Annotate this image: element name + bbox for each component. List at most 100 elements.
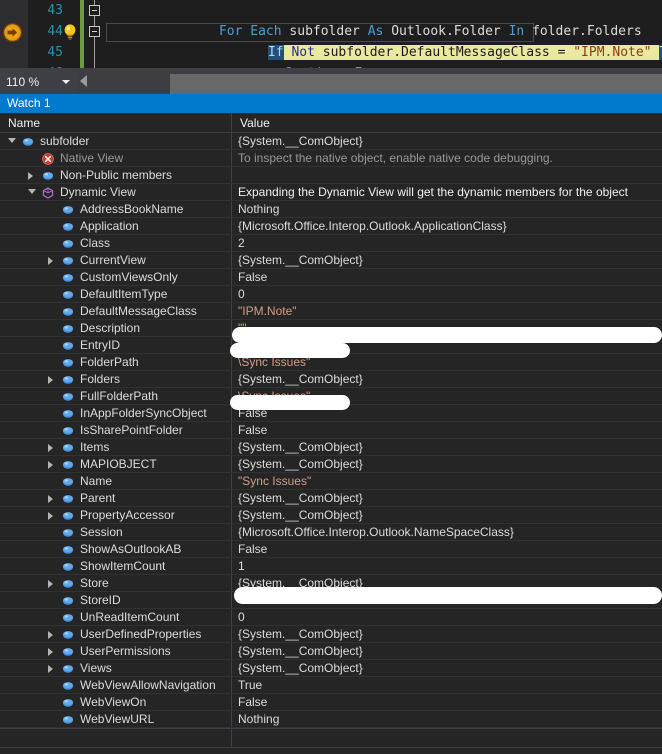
watch-row[interactable]: UserPermissions {System.__ComObject} <box>0 643 662 660</box>
watch-row-value-cell[interactable]: False <box>232 422 662 438</box>
watch-row[interactable]: Non-Public members <box>0 167 662 184</box>
watch-row-name-cell[interactable]: FullFolderPath <box>0 388 232 404</box>
column-header-name[interactable]: Name <box>0 113 232 132</box>
watch-row-name-cell[interactable]: Description <box>0 320 232 336</box>
watch-row-value-cell[interactable] <box>232 167 662 183</box>
expander-collapsed-icon[interactable] <box>48 461 53 469</box>
watch-row-name-cell[interactable]: FolderPath <box>0 354 232 370</box>
watch-row-value-cell[interactable]: Expanding the Dynamic View will get the … <box>232 184 662 200</box>
expander-collapsed-icon[interactable] <box>28 172 33 180</box>
watch-row[interactable]: subfolder {System.__ComObject} <box>0 133 662 150</box>
zoom-level-combobox[interactable]: 110 % <box>0 69 76 95</box>
watch-row[interactable]: AddressBookName Nothing <box>0 201 662 218</box>
editor-text-layer[interactable]: For Each subfolder As Outlook.Folder In … <box>104 0 662 68</box>
watch-row-name-cell[interactable]: Non-Public members <box>0 167 232 183</box>
watch-row-value-cell[interactable]: 0 <box>232 609 662 625</box>
tab-watch-1[interactable]: Watch 1 <box>0 94 61 113</box>
watch-row-name-cell[interactable]: Session <box>0 524 232 540</box>
watch-row-name-cell[interactable]: UserDefinedProperties <box>0 626 232 642</box>
expander-collapsed-icon[interactable] <box>48 631 53 639</box>
watch-row-name-cell[interactable]: EntryID <box>0 337 232 353</box>
expander-expanded-icon[interactable] <box>28 189 36 194</box>
watch-row-name-cell[interactable]: Items <box>0 439 232 455</box>
watch-row-name-cell[interactable]: subfolder <box>0 133 232 149</box>
watch-row-value-cell[interactable]: {System.__ComObject} <box>232 490 662 506</box>
watch-row[interactable]: ShowItemCount 1 <box>0 558 662 575</box>
lightbulb-icon[interactable] <box>62 23 78 40</box>
watch-row[interactable]: Class 2 <box>0 235 662 252</box>
watch-row[interactable]: DefaultItemType 0 <box>0 286 662 303</box>
watch-row-value-cell[interactable]: False <box>232 694 662 710</box>
watch-row[interactable]: MAPIOBJECT {System.__ComObject} <box>0 456 662 473</box>
watch-row-value-cell[interactable]: {System.__ComObject} <box>232 439 662 455</box>
watch-row-name-cell[interactable]: IsSharePointFolder <box>0 422 232 438</box>
watch-row-name-cell[interactable]: UserPermissions <box>0 643 232 659</box>
editor-horizontal-scrollbar[interactable] <box>78 71 662 94</box>
editor-folding-margin[interactable] <box>86 0 104 68</box>
watch-row-name-cell[interactable]: AddressBookName <box>0 201 232 217</box>
watch-row-value-cell[interactable]: Nothing <box>232 711 662 727</box>
watch-row-value-cell[interactable]: False <box>232 269 662 285</box>
watch-row[interactable]: Dynamic View Expanding the Dynamic View w… <box>0 184 662 201</box>
fold-collapse-icon[interactable] <box>89 26 100 37</box>
watch-row-value-cell[interactable]: "Sync Issues" <box>232 473 662 489</box>
watch-row[interactable]: WebViewURL Nothing <box>0 711 662 728</box>
watch-row-value-cell[interactable]: {System.__ComObject} <box>232 643 662 659</box>
scrollbar-thumb[interactable] <box>170 74 662 94</box>
watch-row-value-cell[interactable]: {System.__ComObject} <box>232 660 662 676</box>
watch-row-name-cell[interactable]: CurrentView <box>0 252 232 268</box>
watch-row[interactable]: UnReadItemCount 0 <box>0 609 662 626</box>
watch-row[interactable]: CustomViewsOnly False <box>0 269 662 286</box>
watch-row[interactable]: Parent {System.__ComObject} <box>0 490 662 507</box>
new-expression-name-cell[interactable] <box>0 729 232 747</box>
watch-row[interactable]: PropertyAccessor {System.__ComObject} <box>0 507 662 524</box>
watch-row-name-cell[interactable]: Application <box>0 218 232 234</box>
watch-row-name-cell[interactable]: Native View <box>0 150 232 166</box>
expander-collapsed-icon[interactable] <box>48 580 53 588</box>
watch-row-value-cell[interactable]: {System.__ComObject} <box>232 507 662 523</box>
watch-row-name-cell[interactable]: PropertyAccessor <box>0 507 232 523</box>
watch-row-name-cell[interactable]: InAppFolderSyncObject <box>0 405 232 421</box>
watch-row[interactable]: Views {System.__ComObject} <box>0 660 662 677</box>
watch-row-value-cell[interactable]: 0 <box>232 286 662 302</box>
watch-row-name-cell[interactable]: DefaultItemType <box>0 286 232 302</box>
watch-row[interactable]: Folders {System.__ComObject} <box>0 371 662 388</box>
watch-row-name-cell[interactable]: UnReadItemCount <box>0 609 232 625</box>
expander-collapsed-icon[interactable] <box>48 512 53 520</box>
expander-collapsed-icon[interactable] <box>48 444 53 452</box>
watch-row[interactable]: Native View To inspect the native object,… <box>0 150 662 167</box>
watch-row-name-cell[interactable]: CustomViewsOnly <box>0 269 232 285</box>
watch-row-value-cell[interactable]: {System.__ComObject} <box>232 252 662 268</box>
expander-collapsed-icon[interactable] <box>48 648 53 656</box>
watch-row-value-cell[interactable]: {System.__ComObject} <box>232 133 662 149</box>
watch-row[interactable]: Session {Microsoft.Office.Interop.Outlook… <box>0 524 662 541</box>
watch-row-value-cell[interactable]: Nothing <box>232 201 662 217</box>
watch-row[interactable]: WebViewOn False <box>0 694 662 711</box>
watch-row-value-cell[interactable]: "IPM.Note" <box>232 303 662 319</box>
watch-row-name-cell[interactable]: Dynamic View <box>0 184 232 200</box>
watch-row-value-cell[interactable]: {System.__ComObject} <box>232 371 662 387</box>
watch-variables-grid[interactable]: Name Value subfolder {System.__ComObject}… <box>0 113 662 748</box>
expander-collapsed-icon[interactable] <box>48 665 53 673</box>
expander-expanded-icon[interactable] <box>8 138 16 143</box>
watch-row-name-cell[interactable]: Class <box>0 235 232 251</box>
watch-row-name-cell[interactable]: ShowAsOutlookAB <box>0 541 232 557</box>
watch-row-value-cell[interactable]: True <box>232 677 662 693</box>
watch-row[interactable]: UserDefinedProperties {System.__ComObject… <box>0 626 662 643</box>
watch-row-value-cell[interactable]: {Microsoft.Office.Interop.Outlook.NameSp… <box>232 524 662 540</box>
watch-row-name-cell[interactable]: Views <box>0 660 232 676</box>
watch-row-value-cell[interactable]: {System.__ComObject} <box>232 626 662 642</box>
watch-row-value-cell[interactable]: {Microsoft.Office.Interop.Outlook.Applic… <box>232 218 662 234</box>
code-line-44[interactable]: If Not subfolder.DefaultMessageClass = "… <box>104 21 662 60</box>
watch-row-value-cell[interactable]: To inspect the native object, enable nat… <box>232 150 662 166</box>
watch-row[interactable]: DefaultMessageClass "IPM.Note" <box>0 303 662 320</box>
expander-collapsed-icon[interactable] <box>48 376 53 384</box>
code-editor-pane[interactable]: 43 44 45 46 For Each subfolder As Outloo… <box>0 0 662 68</box>
watch-new-expression-row[interactable] <box>0 728 662 748</box>
column-header-value[interactable]: Value <box>232 113 662 132</box>
code-line-45[interactable]: Continue For <box>104 42 378 68</box>
code-line-43[interactable]: For Each subfolder As Outlook.Folder In … <box>104 0 642 39</box>
watch-row-value-cell[interactable]: False <box>232 541 662 557</box>
fold-collapse-icon[interactable] <box>89 5 100 16</box>
chevron-down-icon[interactable] <box>62 80 70 84</box>
